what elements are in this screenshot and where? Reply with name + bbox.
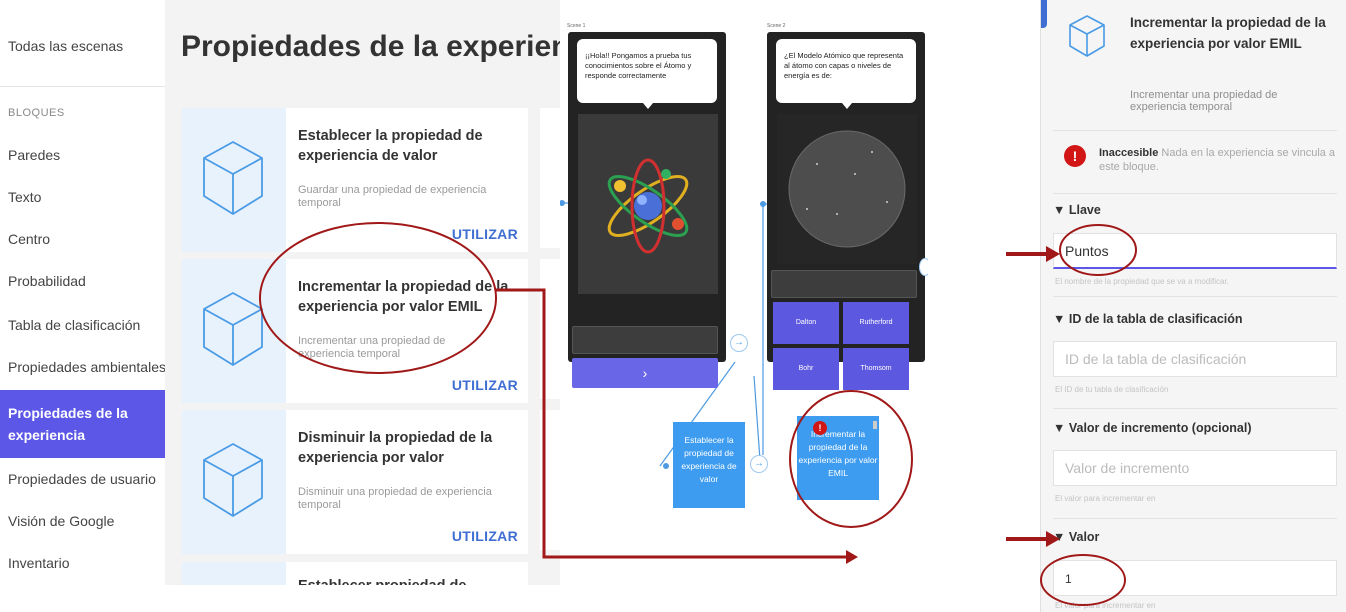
- atom-image: [578, 114, 718, 294]
- sidebar-item-user-properties[interactable]: Propiedades de usuario: [8, 470, 168, 488]
- answer-option[interactable]: Thomsom: [843, 348, 909, 390]
- sphere-icon: [788, 130, 906, 248]
- node-link-icon[interactable]: →: [750, 455, 768, 473]
- card-description: Incrementar una propiedad de experiencia…: [298, 335, 446, 360]
- key-section-header[interactable]: ▼ Llave: [1053, 203, 1337, 217]
- panel-divider: [1053, 408, 1337, 409]
- scene-link-icon[interactable]: [919, 258, 928, 276]
- sidebar-item-label: Propiedades de la experiencia: [8, 405, 128, 443]
- atom-icon: [607, 158, 689, 254]
- card-title: Disminuir la propiedad de la experiencia…: [298, 430, 493, 466]
- card-icon-box: [182, 259, 286, 403]
- cube-icon: [203, 141, 263, 215]
- next-button[interactable]: ›: [572, 358, 718, 388]
- cube-icon: [203, 443, 263, 517]
- scene-canvas: Scene 1 ¡¡Hola!! Pongamos a prueba tus c…: [560, 0, 928, 585]
- key-hint: El nombre de la propiedad que se va a mo…: [1055, 277, 1229, 286]
- scene-label: Scene 2: [767, 23, 786, 29]
- increment-value-input[interactable]: Valor de incremento: [1053, 450, 1337, 486]
- dialogue-bubble: ¡¡Hola!! Pongamos a prueba tus conocimie…: [577, 39, 717, 109]
- warning-message: Inaccesible Nada en la experiencia se vi…: [1099, 146, 1339, 174]
- card-description: Guardar una propiedad de experiencia tem…: [298, 184, 487, 209]
- node-set-property[interactable]: Establecer la propiedad de experiencia d…: [673, 422, 745, 508]
- answer-option[interactable]: Dalton: [773, 302, 839, 344]
- block-title: Incrementar la propiedad de la experienc…: [1130, 15, 1326, 51]
- card-title: Establecer propiedad de experiencia: [298, 576, 523, 585]
- sidebar-item-text[interactable]: Texto: [8, 188, 168, 206]
- sidebar-item-probability[interactable]: Probabilidad: [8, 272, 168, 290]
- value-input[interactable]: 1: [1053, 560, 1337, 596]
- dialogue-bubble: ¿El Modelo Atómico que representa al áto…: [776, 39, 916, 109]
- sidebar-item-walls[interactable]: Paredes: [8, 146, 168, 164]
- node-increment-property[interactable]: Incrementar la propiedad de la experienc…: [797, 416, 879, 500]
- sidebar-item-inventory[interactable]: Inventario: [8, 554, 168, 572]
- card-icon-box: [182, 108, 286, 252]
- page-title: Propiedades de la experiencia: [181, 30, 612, 63]
- card-icon-box: [182, 562, 286, 585]
- increment-hint: El valor para incrementar en: [1055, 494, 1156, 503]
- key-input[interactable]: Puntos: [1053, 233, 1337, 269]
- sidebar: Todas las escenas BLOQUES Paredes Texto …: [0, 0, 168, 612]
- card-title: Incrementar la propiedad de la experienc…: [298, 279, 509, 315]
- atom-model-image: [777, 114, 917, 264]
- card-description: Disminuir una propiedad de experiencia t…: [298, 486, 492, 511]
- block-card-increment-property[interactable]: Incrementar la propiedad de la experienc…: [182, 259, 528, 403]
- answer-option[interactable]: Bohr: [773, 348, 839, 390]
- value-section-header[interactable]: ▼ Valor: [1053, 530, 1337, 544]
- value-hint: El valor para incrementar en: [1055, 601, 1156, 610]
- all-scenes-link[interactable]: Todas las escenas: [8, 37, 168, 55]
- panel-divider: [1053, 518, 1337, 519]
- block-card-partial[interactable]: Establecer propiedad de experiencia: [182, 562, 528, 585]
- panel-divider: [1053, 296, 1337, 297]
- cube-icon: [1069, 15, 1105, 57]
- sidebar-divider: [0, 86, 165, 87]
- scene-1-preview[interactable]: ¡¡Hola!! Pongamos a prueba tus conocimie…: [568, 32, 726, 388]
- sidebar-item-center[interactable]: Centro: [8, 230, 168, 248]
- sidebar-item-environment-properties[interactable]: Propiedades ambientales: [8, 358, 168, 376]
- leaderboard-id-input[interactable]: ID de la tabla de clasificación: [1053, 341, 1337, 377]
- block-card-decrement-property[interactable]: Disminuir la propiedad de la experiencia…: [182, 410, 528, 554]
- scene-2-preview[interactable]: ¿El Modelo Atómico que representa al áto…: [767, 32, 925, 390]
- answer-input[interactable]: [771, 270, 917, 298]
- scene-link-icon[interactable]: →: [730, 334, 748, 352]
- cube-icon: [203, 292, 263, 366]
- panel-divider: [1053, 130, 1337, 131]
- sidebar-item-experience-properties[interactable]: Propiedades de la experiencia: [0, 390, 165, 458]
- warning-badge: !: [813, 421, 827, 435]
- leaderboard-hint: El ID de tu tabla de clasificación: [1055, 385, 1169, 394]
- sidebar-item-google-vision[interactable]: Visión de Google: [8, 512, 168, 530]
- answer-input[interactable]: [572, 326, 718, 354]
- use-button[interactable]: UTILIZAR: [452, 226, 518, 242]
- sidebar-section-header: BLOQUES: [8, 107, 65, 119]
- increment-section-header[interactable]: ▼ Valor de incremento (opcional): [1053, 421, 1337, 435]
- panel-divider: [1053, 193, 1337, 194]
- node-handle[interactable]: [873, 421, 877, 429]
- warning-icon: !: [1064, 145, 1086, 167]
- warning-title: Inaccesible: [1099, 147, 1159, 159]
- leaderboard-section-header[interactable]: ▼ ID de la tabla de clasificación: [1053, 312, 1337, 326]
- block-card-set-property[interactable]: Establecer la propiedad de experiencia d…: [182, 108, 528, 252]
- use-button[interactable]: UTILIZAR: [452, 528, 518, 544]
- panel-tab: [1041, 0, 1047, 28]
- use-button[interactable]: UTILIZAR: [452, 377, 518, 393]
- card-icon-box: [182, 410, 286, 554]
- block-properties-panel: Incrementar la propiedad de la experienc…: [1040, 0, 1346, 612]
- sidebar-item-leaderboard[interactable]: Tabla de clasificación: [8, 316, 168, 334]
- card-title: Establecer la propiedad de experiencia d…: [298, 128, 483, 164]
- block-description: Incrementar una propiedad de experiencia…: [1130, 89, 1278, 113]
- scene-label: Scene 1: [567, 23, 586, 29]
- answer-option[interactable]: Rutherford: [843, 302, 909, 344]
